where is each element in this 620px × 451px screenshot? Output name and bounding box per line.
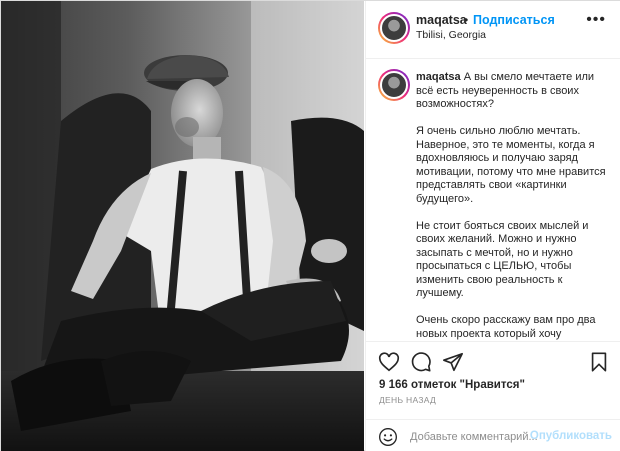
caption-paragraph: Я очень сильно люблю мечтать. Наверное, … [416,125,606,205]
post-location[interactable]: Tbilisi, Georgia [416,29,486,41]
author-avatar[interactable] [378,12,410,44]
share-icon[interactable] [442,351,464,373]
more-options-icon[interactable]: ••• [586,11,606,29]
heart-icon[interactable] [378,351,400,373]
post-header: maqatsa • Подписаться Tbilisi, Georgia •… [366,1,620,59]
post-photo[interactable] [1,1,364,451]
caption-avatar[interactable] [378,69,410,101]
action-bar [366,341,620,379]
comment-bar: Опубликовать [366,419,620,451]
author-username[interactable]: maqatsa [416,13,467,27]
comment-icon[interactable] [410,351,432,373]
instagram-post: maqatsa • Подписаться Tbilisi, Georgia •… [0,0,620,451]
post-caption: maqatsa А вы смело мечтаете или всё есть… [366,59,620,341]
emoji-icon[interactable] [378,427,398,447]
post-side-panel: maqatsa • Подписаться Tbilisi, Georgia •… [365,1,620,451]
caption-lead: maqatsa А вы смело мечтаете или всё есть… [416,71,612,112]
caption-body: maqatsa А вы смело мечтаете или всё есть… [416,71,612,341]
publish-button[interactable]: Опубликовать [530,430,612,442]
caption-username[interactable]: maqatsa [416,71,461,83]
bookmark-icon[interactable] [588,351,610,373]
post-timestamp[interactable]: ДЕНЬ НАЗАД [379,395,436,405]
caption-paragraph: Не стоит бояться своих мыслей и своих же… [416,219,589,300]
likes-count[interactable]: 9 166 отметок "Нравится" [379,379,525,391]
caption-paragraph: Очень скоро расскажу вам про два новых п… [416,314,596,340]
follow-button[interactable]: Подписаться [473,13,555,27]
header-separator: • [464,13,469,27]
photo-image [1,1,364,451]
